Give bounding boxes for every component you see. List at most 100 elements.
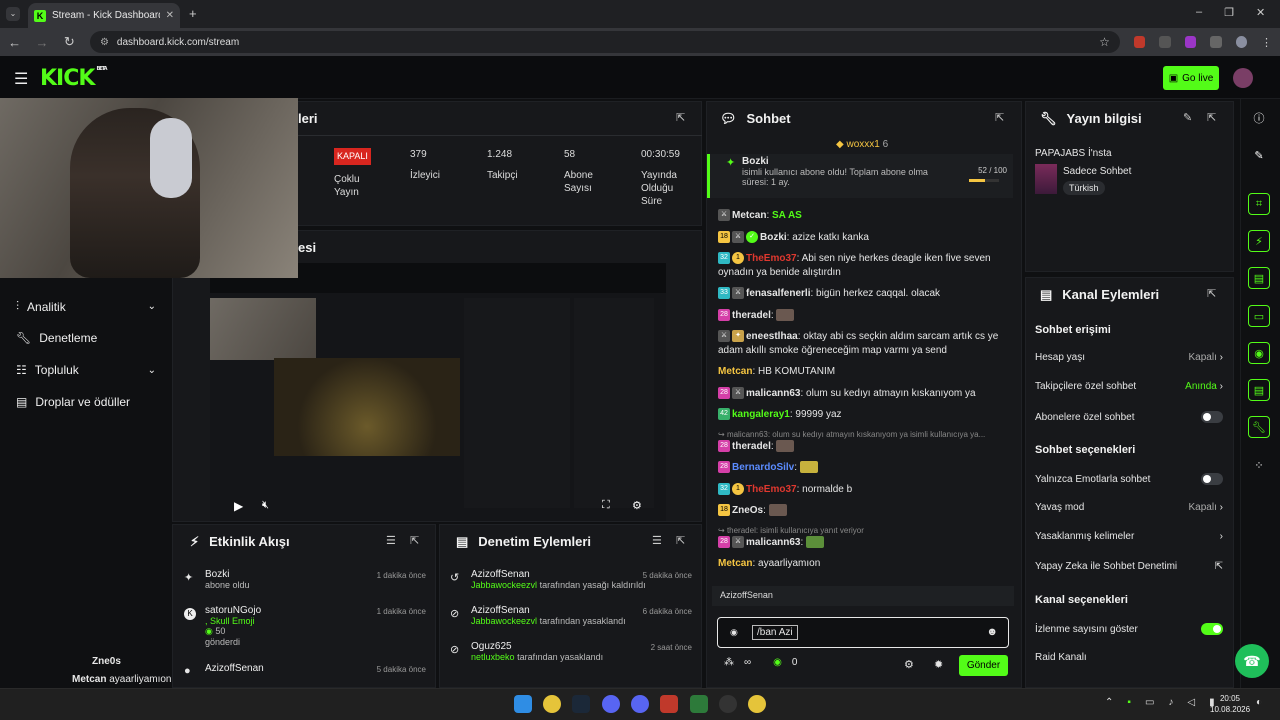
fullscreen-icon[interactable]: ⛶	[602, 499, 610, 512]
activity-feed-title: ⚡︎ Etkinlik Akışı	[190, 534, 290, 549]
add-widget-icon[interactable]: ⁘	[1248, 454, 1270, 476]
network-icon[interactable]: ▭	[1145, 697, 1154, 708]
subs-only-row: Abonelere özel sohbet	[1035, 411, 1223, 423]
close-tab-icon[interactable]: ✕	[166, 10, 174, 21]
clock[interactable]: 20:05 10.08.2026	[1210, 693, 1250, 715]
circle-icon: ●	[184, 665, 191, 677]
steam-icon[interactable]	[572, 695, 590, 713]
site-info-icon[interactable]: ⚙	[100, 37, 109, 48]
info-icon[interactable]: ⓘ	[1248, 107, 1270, 129]
extensions-puzzle-icon[interactable]	[1210, 36, 1222, 48]
popout-icon[interactable]: ⇱	[410, 534, 419, 547]
bolt-icon[interactable]: ⚡︎	[1248, 230, 1270, 252]
chat-input-box[interactable]: ◉ /ban Azi ☻	[717, 617, 1009, 648]
emote-only-toggle[interactable]	[1201, 473, 1223, 485]
speaker-icon[interactable]: ◁	[1187, 697, 1195, 708]
edit-icon[interactable]: ✎	[1183, 111, 1192, 124]
external-link-icon: ⇱	[1214, 561, 1223, 572]
chat-input[interactable]: /ban Azi	[752, 625, 798, 640]
kick-logo[interactable]: KICK BETA	[40, 66, 108, 91]
user-avatar[interactable]	[1233, 68, 1253, 88]
tray-app-icon[interactable]: ▪	[1127, 697, 1131, 708]
tab-search-icon[interactable]: ⌄	[6, 7, 20, 21]
popout-icon[interactable]: ⇱	[995, 111, 1004, 124]
chat-settings-icon[interactable]: ⚙	[904, 658, 914, 671]
mod-tools-icon[interactable]: ⁂	[724, 657, 734, 668]
sidebar-item-analitik[interactable]: ⫶ Analitik ⌄	[16, 299, 156, 314]
account-age-row[interactable]: Hesap yaşı Kapalı ›	[1035, 352, 1223, 363]
clip-icon[interactable]: ⌗	[1248, 193, 1270, 215]
chrome-icon[interactable]	[543, 695, 561, 713]
stream-preview-video[interactable]: ▶ 🔇︎ ⛶ ⚙	[210, 263, 666, 521]
preview-chat	[464, 298, 570, 508]
windows-start-icon[interactable]	[514, 695, 532, 713]
close-window-icon[interactable]: ✕	[1256, 6, 1265, 19]
chevron-up-icon[interactable]: ⌃	[1105, 697, 1113, 708]
camera-icon: ▣	[1168, 72, 1179, 84]
chat-message: ⚔ Metcan: SA AS	[718, 209, 1014, 223]
back-icon[interactable]: ←	[8, 35, 21, 50]
support-chat-icon[interactable]: ☎	[1235, 644, 1269, 678]
channel-actions-title: ▤ Kanal Eylemleri	[1040, 287, 1160, 302]
discord-icon[interactable]	[631, 695, 649, 713]
send-button[interactable]: Gönder	[959, 655, 1008, 676]
popout-icon[interactable]: ⇱	[1207, 111, 1216, 124]
document-icon[interactable]: ▤	[1248, 267, 1270, 289]
overlay-chat-line: Metcan ayaarliyamıon	[72, 674, 172, 685]
emoji-icon[interactable]: ☻	[986, 626, 998, 638]
settings-icon[interactable]: ⚙	[632, 499, 642, 512]
notification-icon[interactable]: ◐	[1256, 697, 1262, 708]
wrench-icon: 🔧︎	[1040, 111, 1057, 126]
subs-only-toggle[interactable]	[1201, 411, 1223, 423]
crown-icon: ◆	[836, 139, 844, 150]
browser-tab[interactable]: K Stream - Kick Dashboard ✕	[28, 3, 180, 28]
pen-icon[interactable]: ✎	[1248, 144, 1270, 166]
drops-icon: ▤	[16, 395, 28, 409]
forward-icon[interactable]: →	[35, 35, 48, 50]
microphone-icon[interactable]: ♪	[1168, 697, 1173, 708]
play-icon[interactable]: ▶	[234, 499, 243, 513]
extension-icon[interactable]	[1159, 36, 1171, 48]
extension-icon[interactable]	[1133, 36, 1146, 48]
moderation-item: ↺ AzizoffSenan Jabbawockeezvl tarafından …	[450, 569, 692, 590]
sidebar-item-topluluk[interactable]: ☷ Topluluk ⌄	[16, 363, 156, 377]
filter-icon[interactable]: ☰	[652, 534, 662, 547]
browser-menu-icon[interactable]: ⋮	[1261, 36, 1272, 49]
channel-icon[interactable]: ▤	[1248, 379, 1270, 401]
filter-icon[interactable]: ☰	[386, 534, 396, 547]
app-icon[interactable]	[660, 695, 678, 713]
go-live-button[interactable]: ▣ Go live	[1163, 66, 1219, 90]
popout-icon[interactable]: ⇱	[676, 534, 685, 547]
minimize-icon[interactable]: –	[1196, 6, 1202, 19]
discord-icon[interactable]	[602, 695, 620, 713]
sidebar-item-denetleme[interactable]: 🔧︎ Denetleme	[16, 331, 156, 345]
chat-bubble-icon[interactable]: ▭	[1248, 305, 1270, 327]
broadcast-icon[interactable]: ◉	[1248, 342, 1270, 364]
bookmark-star-icon[interactable]: ☆	[1099, 35, 1110, 49]
hamburger-menu-icon[interactable]: ☰	[14, 69, 28, 89]
profile-avatar-icon[interactable]	[1235, 36, 1247, 48]
popout-icon[interactable]: ⇱	[676, 111, 685, 124]
popout-icon[interactable]: ⇱	[1207, 287, 1216, 300]
banned-words-row[interactable]: Yasaklanmış kelimeler ›	[1035, 531, 1223, 542]
maximize-icon[interactable]: ❐	[1224, 6, 1234, 19]
reload-icon[interactable]: ↻	[63, 34, 76, 50]
mute-icon[interactable]: 🔇︎	[262, 499, 269, 512]
obs-icon[interactable]	[719, 695, 737, 713]
sidebar-item-droplar[interactable]: ▤ Droplar ve ödüller	[16, 395, 156, 409]
new-tab-icon[interactable]: +	[189, 6, 197, 21]
mod-shield-icon[interactable]: ✹	[934, 658, 943, 671]
raid-channel-row[interactable]: Raid Kanalı	[1035, 652, 1223, 663]
wrench-icon: 🔧︎	[16, 331, 32, 345]
xbox-icon[interactable]	[690, 695, 708, 713]
wrench-icon[interactable]: 🔧︎	[1248, 416, 1270, 438]
pinned-gifter: ◆ woxxx1 6	[836, 139, 889, 150]
chrome-icon[interactable]	[748, 695, 766, 713]
ai-moderation-row[interactable]: Yapay Zeka ile Sohbet Denetimi ⇱	[1035, 561, 1223, 572]
show-viewers-toggle[interactable]	[1201, 623, 1223, 635]
slow-mode-row[interactable]: Yavaş mod Kapalı ›	[1035, 502, 1223, 513]
address-bar[interactable]: ⚙ dashboard.kick.com/stream ☆	[89, 31, 1120, 53]
followers-only-row[interactable]: Takipçilere özel sohbet Anında ›	[1035, 381, 1223, 392]
address-toolbar: ← → ↻ ⚙ dashboard.kick.com/stream ☆ ⋮	[0, 28, 1280, 56]
extension-icon[interactable]	[1184, 36, 1197, 48]
